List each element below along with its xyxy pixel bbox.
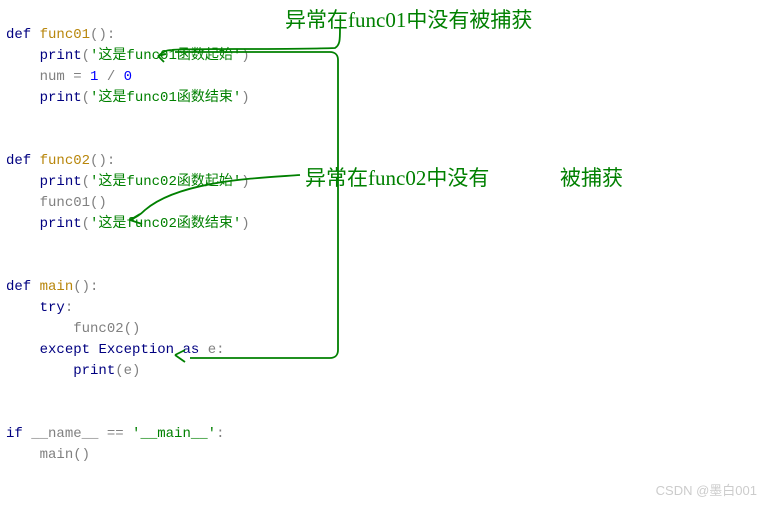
annotation-2-left: 异常在func02中没有 bbox=[305, 162, 489, 192]
annotation-1: 异常在func01中没有被捕获 bbox=[285, 4, 532, 34]
annotation-2-right: 被捕获 bbox=[560, 162, 623, 192]
watermark: CSDN @墨白001 bbox=[656, 480, 757, 499]
keyword-def: def bbox=[6, 27, 31, 43]
call-func02: func02 bbox=[73, 321, 123, 337]
call-func01: func01 bbox=[40, 195, 90, 211]
code-block: def func01(): print('这是func01函数起始') num … bbox=[0, 0, 765, 470]
builtin-print: print bbox=[40, 48, 82, 64]
func-name: func01 bbox=[40, 27, 90, 43]
